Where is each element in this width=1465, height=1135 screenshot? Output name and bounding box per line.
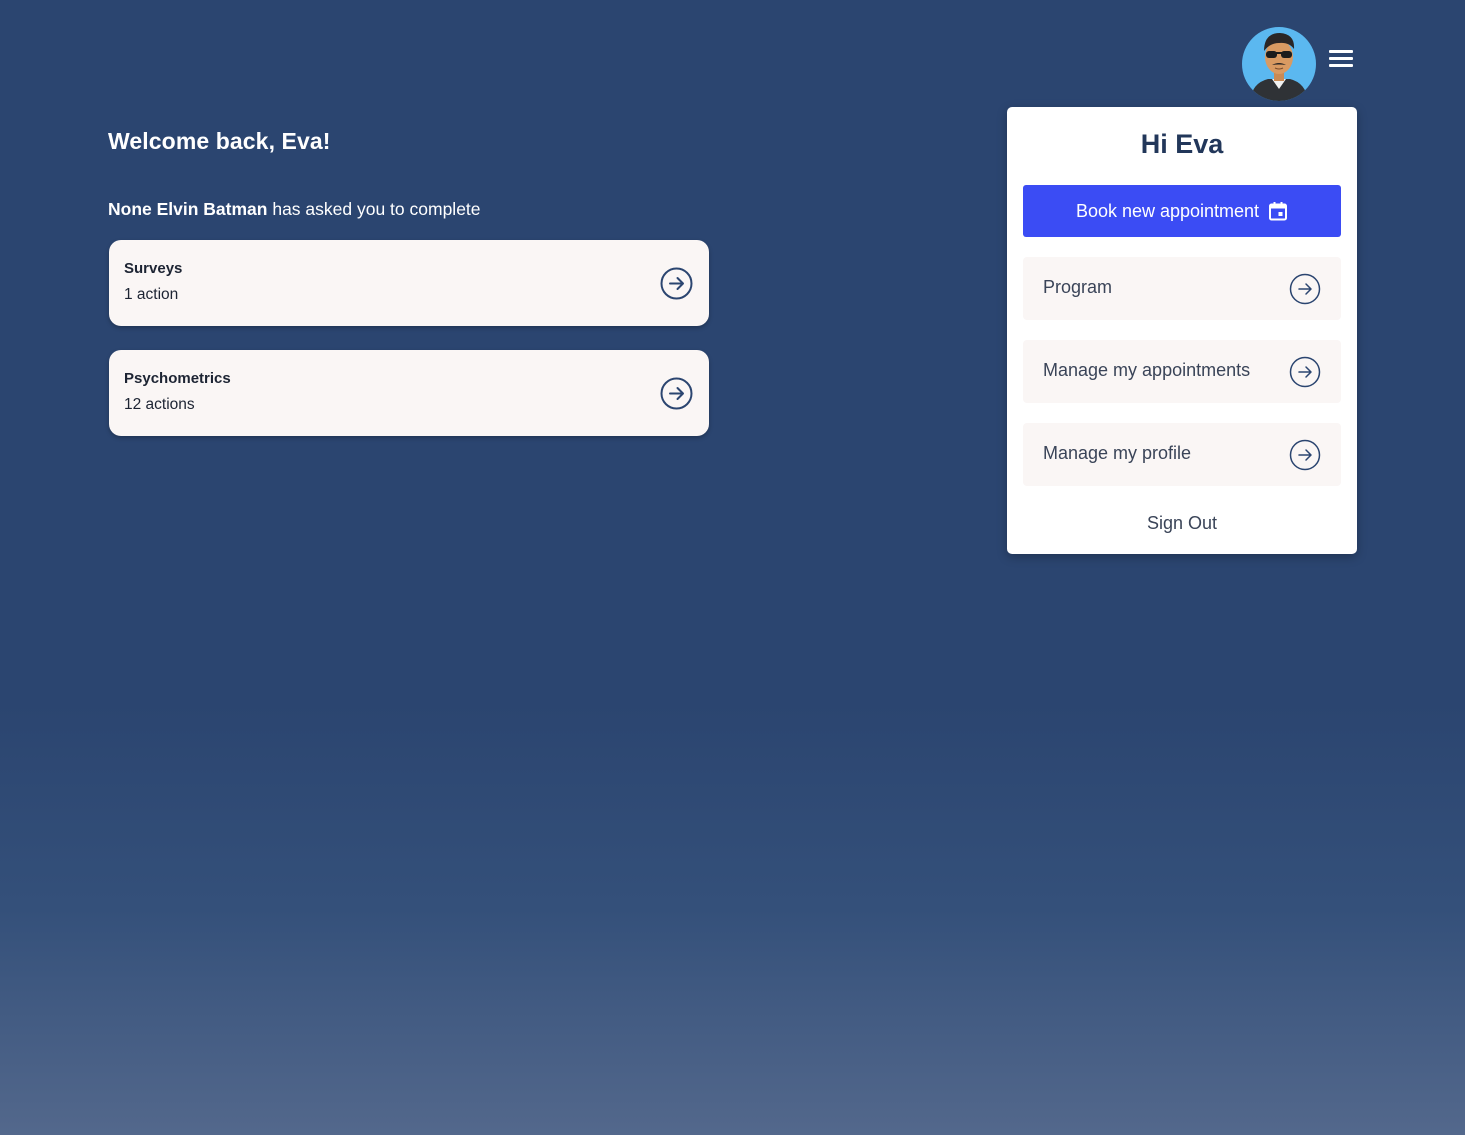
menu-item-manage-appointments[interactable]: Manage my appointments	[1023, 340, 1341, 403]
menu-item-program[interactable]: Program	[1023, 257, 1341, 320]
calendar-icon	[1269, 202, 1288, 221]
arrow-right-circle-icon[interactable]	[660, 377, 693, 410]
book-appointment-label: Book new appointment	[1075, 200, 1260, 221]
user-avatar[interactable]	[1242, 27, 1316, 101]
menu-item-manage-profile[interactable]: Manage my profile	[1023, 423, 1341, 486]
request-text: has asked you to complete	[267, 199, 481, 219]
task-title: Psychometrics	[124, 370, 231, 387]
arrow-right-circle-icon	[1289, 439, 1321, 471]
book-appointment-button[interactable]: Book new appointment	[1023, 185, 1341, 237]
task-subtitle: 12 actions	[124, 396, 195, 413]
task-card-psychometrics[interactable]: Psychometrics 12 actions	[109, 350, 709, 436]
task-subtitle: 1 action	[124, 286, 179, 303]
menu-item-label: Manage my profile	[1043, 443, 1192, 463]
requester-name: None Elvin Batman	[108, 199, 268, 219]
welcome-heading: Welcome back, Eva!	[108, 128, 331, 154]
request-line: None Elvin Batman has asked you to compl…	[108, 199, 481, 220]
task-card-surveys[interactable]: Surveys 1 action	[109, 240, 709, 326]
menu-item-label: Program	[1043, 277, 1113, 297]
menu-item-label: Manage my appointments	[1043, 360, 1251, 380]
panel-greeting: Hi Eva	[1140, 129, 1224, 159]
hamburger-menu-icon	[1329, 50, 1353, 53]
arrow-right-circle-icon[interactable]	[660, 267, 693, 300]
hamburger-menu-button[interactable]	[1327, 46, 1355, 70]
task-title: Surveys	[124, 260, 183, 277]
arrow-right-circle-icon	[1289, 356, 1321, 388]
arrow-right-circle-icon	[1289, 273, 1321, 305]
user-avatar-icon	[1242, 27, 1316, 101]
sign-out-link[interactable]: Sign Out	[1007, 513, 1357, 534]
user-menu-panel: Hi Eva Book new appointment Program Mana…	[1007, 107, 1357, 554]
